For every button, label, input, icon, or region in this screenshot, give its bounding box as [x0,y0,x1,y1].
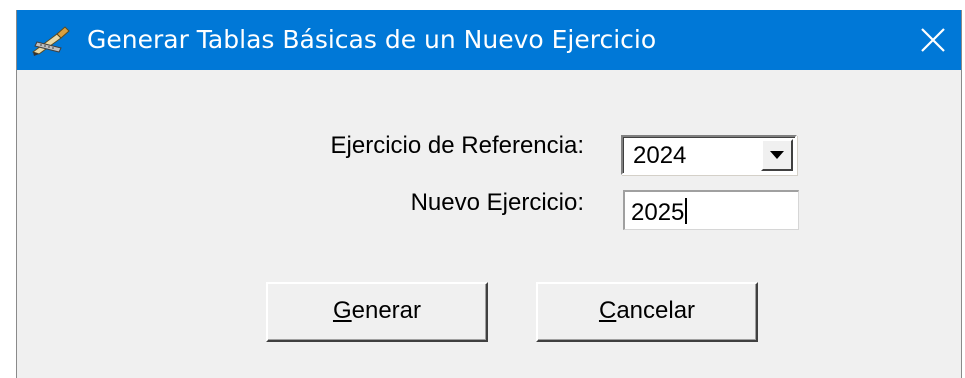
new-year-label: Nuevo Ejercicio: [410,189,584,216]
cancelar-button[interactable]: Cancelar [536,282,758,342]
new-year-input[interactable]: 2025 [623,190,799,230]
generar-button[interactable]: Generar [266,282,488,342]
generar-label: enerar [351,297,422,324]
dropdown-button[interactable] [761,139,793,171]
cancelar-mnemonic: C [598,297,617,324]
new-year-value: 2025 [631,199,685,226]
reference-year-label: Ejercicio de Referencia: [330,132,584,159]
dialog-window: Generar Tablas Básicas de un Nuevo Ejerc… [16,10,962,378]
title-bar[interactable]: Generar Tablas Básicas de un Nuevo Ejerc… [17,10,961,70]
generar-mnemonic: G [332,297,352,324]
text-caret [685,198,688,224]
chevron-down-icon [770,151,784,159]
reference-year-select[interactable]: 2024 [621,135,797,175]
reference-year-value: 2024 [633,142,687,169]
cancelar-label: ancelar [616,297,696,324]
close-icon[interactable] [911,18,955,62]
window-title: Generar Tablas Básicas de un Nuevo Ejerc… [87,25,657,54]
pencil-ruler-icon [31,26,70,56]
